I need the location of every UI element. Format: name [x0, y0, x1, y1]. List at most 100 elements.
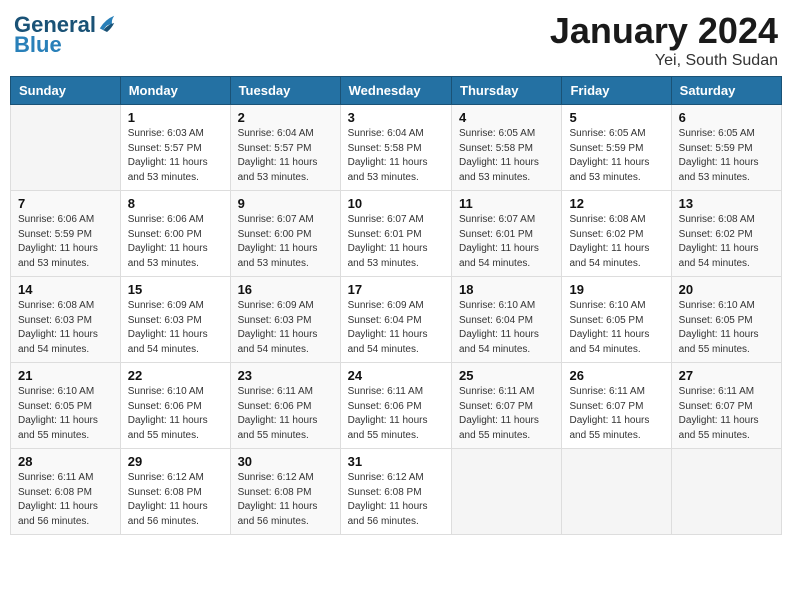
weekday-header-friday: Friday	[562, 77, 671, 105]
day-info: Sunrise: 6:12 AM Sunset: 6:08 PM Dayligh…	[238, 471, 333, 529]
day-info: Sunrise: 6:12 AM Sunset: 6:08 PM Dayligh…	[348, 471, 444, 529]
day-number: 30	[238, 454, 333, 469]
day-number: 28	[18, 454, 113, 469]
day-info: Sunrise: 6:09 AM Sunset: 6:04 PM Dayligh…	[348, 299, 444, 357]
calendar-cell: 10 Sunrise: 6:07 AM Sunset: 6:01 PM Dayli…	[340, 191, 451, 277]
calendar-cell: 8 Sunrise: 6:06 AM Sunset: 6:00 PM Daylig…	[120, 191, 230, 277]
calendar-cell: 16 Sunrise: 6:09 AM Sunset: 6:03 PM Dayli…	[230, 277, 340, 363]
day-info: Sunrise: 6:10 AM Sunset: 6:05 PM Dayligh…	[679, 299, 774, 357]
calendar-cell: 12 Sunrise: 6:08 AM Sunset: 6:02 PM Dayli…	[562, 191, 671, 277]
day-number: 12	[569, 196, 663, 211]
weekday-header-thursday: Thursday	[452, 77, 562, 105]
day-number: 16	[238, 282, 333, 297]
day-number: 11	[459, 196, 554, 211]
calendar-cell: 17Sunrise: 6:09 AM Sunset: 6:04 PM Dayli…	[340, 277, 451, 363]
day-number: 18	[459, 282, 554, 297]
week-row-5: 28 Sunrise: 6:11 AM Sunset: 6:08 PM Dayli…	[11, 449, 782, 535]
day-number: 1	[128, 110, 223, 125]
day-info: Sunrise: 6:10 AM Sunset: 6:05 PM Dayligh…	[569, 299, 663, 357]
calendar-cell: 4Sunrise: 6:05 AM Sunset: 5:58 PM Daylig…	[452, 105, 562, 191]
day-info: Sunrise: 6:07 AM Sunset: 6:00 PM Dayligh…	[238, 213, 333, 271]
day-number: 27	[679, 368, 774, 383]
calendar-cell	[562, 449, 671, 535]
day-info: Sunrise: 6:10 AM Sunset: 6:04 PM Dayligh…	[459, 299, 554, 357]
calendar-cell: 20 Sunrise: 6:10 AM Sunset: 6:05 PM Dayli…	[671, 277, 781, 363]
logo: General Blue	[14, 14, 116, 58]
day-info: Sunrise: 6:07 AM Sunset: 6:01 PM Dayligh…	[348, 213, 444, 271]
day-number: 19	[569, 282, 663, 297]
calendar-cell	[11, 105, 121, 191]
day-info: Sunrise: 6:04 AM Sunset: 5:57 PM Dayligh…	[238, 127, 333, 185]
week-row-4: 21Sunrise: 6:10 AM Sunset: 6:05 PM Dayli…	[11, 363, 782, 449]
calendar-cell: 27 Sunrise: 6:11 AM Sunset: 6:07 PM Dayli…	[671, 363, 781, 449]
calendar-cell: 5Sunrise: 6:05 AM Sunset: 5:59 PM Daylig…	[562, 105, 671, 191]
calendar-cell: 24 Sunrise: 6:11 AM Sunset: 6:06 PM Dayli…	[340, 363, 451, 449]
day-info: Sunrise: 6:05 AM Sunset: 5:59 PM Dayligh…	[569, 127, 663, 185]
day-info: Sunrise: 6:08 AM Sunset: 6:03 PM Dayligh…	[18, 299, 113, 357]
week-row-2: 7 Sunrise: 6:06 AM Sunset: 5:59 PM Daylig…	[11, 191, 782, 277]
logo-bird-icon	[98, 12, 116, 34]
calendar-table: SundayMondayTuesdayWednesdayThursdayFrid…	[10, 76, 782, 535]
day-number: 14	[18, 282, 113, 297]
day-number: 24	[348, 368, 444, 383]
calendar-cell: 7 Sunrise: 6:06 AM Sunset: 5:59 PM Daylig…	[11, 191, 121, 277]
day-number: 8	[128, 196, 223, 211]
day-info: Sunrise: 6:04 AM Sunset: 5:58 PM Dayligh…	[348, 127, 444, 185]
calendar-cell: 14 Sunrise: 6:08 AM Sunset: 6:03 PM Dayli…	[11, 277, 121, 363]
week-row-1: 1 Sunrise: 6:03 AM Sunset: 5:57 PM Daylig…	[11, 105, 782, 191]
day-number: 29	[128, 454, 223, 469]
logo-text-blue: Blue	[14, 32, 62, 58]
day-number: 10	[348, 196, 444, 211]
day-info: Sunrise: 6:11 AM Sunset: 6:08 PM Dayligh…	[18, 471, 113, 529]
calendar-cell	[452, 449, 562, 535]
weekday-header-monday: Monday	[120, 77, 230, 105]
location-subtitle: Yei, South Sudan	[550, 52, 778, 70]
day-info: Sunrise: 6:09 AM Sunset: 6:03 PM Dayligh…	[128, 299, 223, 357]
day-info: Sunrise: 6:06 AM Sunset: 5:59 PM Dayligh…	[18, 213, 113, 271]
calendar-cell: 15Sunrise: 6:09 AM Sunset: 6:03 PM Dayli…	[120, 277, 230, 363]
page-header: General Blue January 2024 Yei, South Sud…	[10, 10, 782, 70]
day-info: Sunrise: 6:05 AM Sunset: 5:59 PM Dayligh…	[679, 127, 774, 185]
day-info: Sunrise: 6:03 AM Sunset: 5:57 PM Dayligh…	[128, 127, 223, 185]
calendar-cell: 31Sunrise: 6:12 AM Sunset: 6:08 PM Dayli…	[340, 449, 451, 535]
day-info: Sunrise: 6:08 AM Sunset: 6:02 PM Dayligh…	[569, 213, 663, 271]
calendar-cell: 9 Sunrise: 6:07 AM Sunset: 6:00 PM Daylig…	[230, 191, 340, 277]
day-info: Sunrise: 6:07 AM Sunset: 6:01 PM Dayligh…	[459, 213, 554, 271]
day-info: Sunrise: 6:12 AM Sunset: 6:08 PM Dayligh…	[128, 471, 223, 529]
day-info: Sunrise: 6:11 AM Sunset: 6:07 PM Dayligh…	[569, 385, 663, 443]
day-info: Sunrise: 6:06 AM Sunset: 6:00 PM Dayligh…	[128, 213, 223, 271]
calendar-cell: 19 Sunrise: 6:10 AM Sunset: 6:05 PM Dayli…	[562, 277, 671, 363]
day-number: 20	[679, 282, 774, 297]
day-info: Sunrise: 6:11 AM Sunset: 6:06 PM Dayligh…	[238, 385, 333, 443]
day-number: 13	[679, 196, 774, 211]
calendar-cell: 6 Sunrise: 6:05 AM Sunset: 5:59 PM Daylig…	[671, 105, 781, 191]
day-number: 21	[18, 368, 113, 383]
day-number: 9	[238, 196, 333, 211]
calendar-cell: 26 Sunrise: 6:11 AM Sunset: 6:07 PM Dayli…	[562, 363, 671, 449]
day-info: Sunrise: 6:09 AM Sunset: 6:03 PM Dayligh…	[238, 299, 333, 357]
day-number: 6	[679, 110, 774, 125]
day-number: 2	[238, 110, 333, 125]
calendar-cell: 1 Sunrise: 6:03 AM Sunset: 5:57 PM Daylig…	[120, 105, 230, 191]
weekday-header-wednesday: Wednesday	[340, 77, 451, 105]
day-info: Sunrise: 6:10 AM Sunset: 6:06 PM Dayligh…	[128, 385, 223, 443]
day-number: 23	[238, 368, 333, 383]
calendar-cell: 18 Sunrise: 6:10 AM Sunset: 6:04 PM Dayli…	[452, 277, 562, 363]
day-number: 3	[348, 110, 444, 125]
day-number: 22	[128, 368, 223, 383]
calendar-cell: 11 Sunrise: 6:07 AM Sunset: 6:01 PM Dayli…	[452, 191, 562, 277]
day-info: Sunrise: 6:08 AM Sunset: 6:02 PM Dayligh…	[679, 213, 774, 271]
day-number: 7	[18, 196, 113, 211]
calendar-cell: 3 Sunrise: 6:04 AM Sunset: 5:58 PM Daylig…	[340, 105, 451, 191]
calendar-cell: 28 Sunrise: 6:11 AM Sunset: 6:08 PM Dayli…	[11, 449, 121, 535]
calendar-cell: 21Sunrise: 6:10 AM Sunset: 6:05 PM Dayli…	[11, 363, 121, 449]
day-number: 26	[569, 368, 663, 383]
day-info: Sunrise: 6:11 AM Sunset: 6:06 PM Dayligh…	[348, 385, 444, 443]
day-info: Sunrise: 6:11 AM Sunset: 6:07 PM Dayligh…	[679, 385, 774, 443]
calendar-cell: 29 Sunrise: 6:12 AM Sunset: 6:08 PM Dayli…	[120, 449, 230, 535]
weekday-header-row: SundayMondayTuesdayWednesdayThursdayFrid…	[11, 77, 782, 105]
day-number: 25	[459, 368, 554, 383]
day-info: Sunrise: 6:11 AM Sunset: 6:07 PM Dayligh…	[459, 385, 554, 443]
calendar-cell	[671, 449, 781, 535]
calendar-cell: 13 Sunrise: 6:08 AM Sunset: 6:02 PM Dayli…	[671, 191, 781, 277]
